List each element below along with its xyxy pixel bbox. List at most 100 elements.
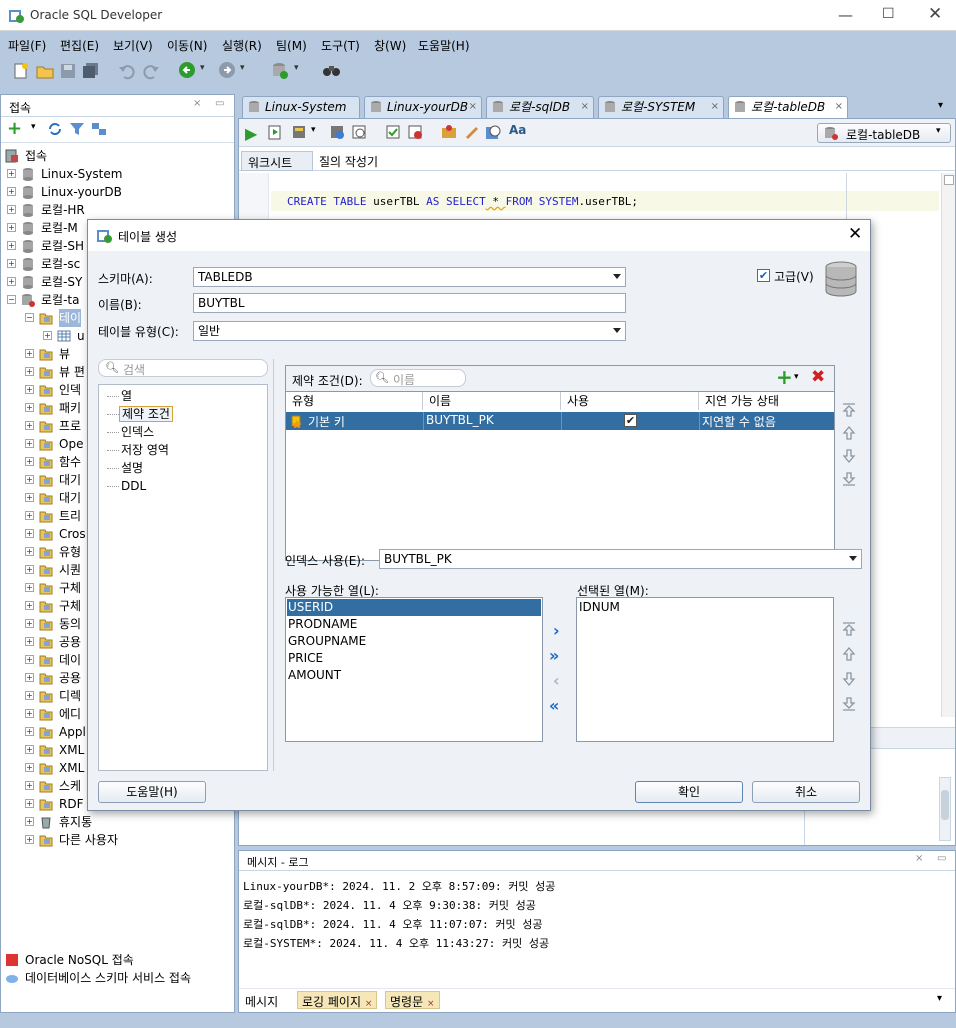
move-down-icon[interactable] [841,448,857,464]
list-item[interactable]: PRODNAME [287,616,541,633]
expand-icon[interactable]: + [7,241,16,250]
menu-window[interactable]: 창(W) [374,37,406,54]
index-select[interactable]: BUYTBL_PK [379,549,862,569]
expand-icon[interactable]: + [7,187,16,196]
nav-item[interactable]: 열 [107,387,134,405]
expand-icon[interactable]: + [25,511,34,520]
move-left-icon[interactable]: ‹ [553,671,560,690]
column-header-type[interactable]: 유형 [286,392,423,410]
expand-icon[interactable]: + [25,799,34,808]
move-up-icon[interactable] [841,425,857,441]
list-item[interactable]: IDNUM [578,599,832,616]
table-type-select[interactable]: 일반 [193,321,626,341]
table-name-input[interactable] [193,293,626,313]
tab-linux-system[interactable]: Linux-System [242,96,360,118]
redo-icon[interactable] [142,62,160,80]
expand-icon[interactable]: + [25,727,34,736]
panel-close-icon[interactable]: × [193,98,201,109]
commit-icon[interactable] [385,124,401,140]
collapse-icon[interactable]: − [25,313,34,322]
unshared-worksheet-icon[interactable] [441,124,457,140]
move-bottom-icon[interactable] [841,471,857,487]
tab-local-system[interactable]: 로컬-SYSTEM × [598,96,724,118]
expand-icon[interactable]: + [7,277,16,286]
editor-scrollbar[interactable] [941,173,955,717]
column-header-use[interactable]: 사용 [561,392,699,410]
back-dropdown-icon[interactable]: ▾ [200,63,205,73]
autotrace-dropdown-icon[interactable]: ▾ [311,125,316,135]
move-all-right-icon[interactable]: » [549,646,559,665]
refresh-icon[interactable] [47,121,63,137]
run-statement-icon[interactable]: ▶ [245,124,257,143]
column-move-bottom-icon[interactable] [841,696,857,712]
expand-icon[interactable]: + [25,349,34,358]
delete-constraint-icon[interactable]: ✖ [811,368,825,386]
cancel-button[interactable]: 취소 [752,781,860,803]
add-constraint-icon[interactable]: + [776,367,793,387]
move-all-left-icon[interactable]: « [549,696,559,715]
expand-icon[interactable]: + [7,223,16,232]
menu-file[interactable]: 파일(F) [8,37,46,54]
expand-icon[interactable]: + [25,421,34,430]
ok-button[interactable]: 확인 [635,781,743,803]
add-connection-icon[interactable]: + [7,120,22,138]
tab-worksheet[interactable]: 워크시트 [241,151,313,171]
tab-linux-yourdb[interactable]: Linux-yourDB × [364,96,482,118]
expand-icon[interactable]: + [25,583,34,592]
list-item[interactable]: AMOUNT [287,667,541,684]
expand-icon[interactable]: + [25,475,34,484]
menu-view[interactable]: 보기(V) [113,37,153,54]
column-header-deferrable[interactable]: 지연 가능 상태 [699,392,834,410]
tab-close-icon[interactable]: × [427,999,435,1009]
explain-plan-icon[interactable] [329,124,345,140]
expand-icon[interactable]: + [25,745,34,754]
back-icon[interactable] [178,61,198,81]
binoculars-icon[interactable] [322,61,342,81]
list-item[interactable]: GROUPNAME [287,633,541,650]
expand-icon[interactable]: + [25,385,34,394]
expand-icon[interactable]: + [25,439,34,448]
collapse-icon[interactable]: − [7,295,16,304]
menu-help[interactable]: 도움말(H) [418,37,470,54]
nav-item[interactable]: DDL [107,477,148,495]
log-minimize-icon[interactable]: ▭ [937,853,946,864]
help-button[interactable]: 도움말(H) [98,781,206,803]
expand-icon[interactable]: + [25,457,34,466]
row-use-checkbox[interactable]: ✔ [624,414,637,427]
results-scrollbar[interactable] [939,777,951,841]
expand-icon[interactable]: + [25,529,34,538]
tab-logging-page[interactable]: 로깅 페이지 × [297,991,378,1009]
add-constraint-dropdown-icon[interactable]: ▾ [794,372,799,382]
tab-messages[interactable]: 메시지 [245,993,278,1010]
tab-local-tabledb[interactable]: 로컬-tableDB × [728,96,848,118]
close-window-icon[interactable]: ✕ [928,4,942,24]
expand-icon[interactable]: + [25,835,34,844]
tab-local-sqldb[interactable]: 로컬-sqlDB × [486,96,594,118]
tab-close-icon[interactable]: × [469,97,477,117]
add-dropdown-icon[interactable]: ▾ [31,122,36,132]
tab-close-icon[interactable]: × [365,999,373,1009]
menu-tools[interactable]: 도구(T) [321,37,360,54]
format-icon[interactable]: Aa [509,123,526,137]
tab-close-icon[interactable]: × [581,97,589,117]
move-top-icon[interactable] [841,402,857,418]
tab-list-dropdown-icon[interactable]: ▾ [938,100,943,111]
expand-icon[interactable]: + [25,637,34,646]
forward-dropdown-icon[interactable]: ▾ [240,63,245,73]
advanced-checkbox[interactable]: ✔ [757,269,770,282]
expand-icon[interactable]: + [25,565,34,574]
tab-statements[interactable]: 명령문 × [385,991,440,1009]
table-row[interactable]: 기본 키 BUYTBL_PK ✔ 지연할 수 없음 [286,412,834,430]
nav-item[interactable]: 설명 [107,459,145,477]
expand-icon[interactable]: + [25,655,34,664]
selected-columns-list[interactable]: IDNUM [576,597,834,742]
log-close-icon[interactable]: × [915,853,923,864]
expand-icon[interactable]: + [25,547,34,556]
filter-icon[interactable] [69,121,85,137]
maximize-icon[interactable]: ☐ [882,6,895,22]
undo-icon[interactable] [118,62,136,80]
available-columns-list[interactable]: USERID PRODNAME GROUPNAME PRICE AMOUNT [285,597,543,742]
nav-item[interactable]: 저장 영역 [107,441,171,459]
expand-icon[interactable]: + [43,331,52,340]
expand-icon[interactable]: + [25,493,34,502]
